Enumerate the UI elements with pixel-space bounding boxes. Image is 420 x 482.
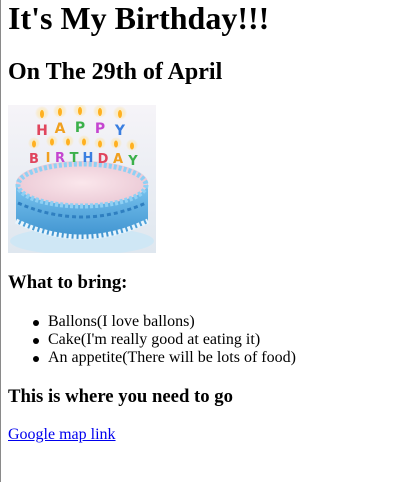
bullet-icon — [33, 320, 39, 326]
location-heading: This is where you need to go — [8, 386, 233, 407]
list-item-text: Ballons(I love ballons) — [48, 313, 195, 330]
svg-text:I: I — [46, 151, 51, 166]
list-item: An appetite(There will be lots of food) — [28, 349, 296, 367]
svg-text:Y: Y — [114, 123, 126, 139]
bullet-icon — [33, 356, 39, 362]
svg-text:A: A — [113, 152, 123, 167]
list-item: Ballons(I love ballons) — [28, 313, 296, 331]
window-edge — [0, 0, 1, 482]
list-item-text: Cake(I'm really good at eating it) — [48, 331, 261, 348]
bullet-icon — [33, 338, 39, 344]
list-item-text: An appetite(There will be lots of food) — [48, 349, 296, 366]
svg-text:B: B — [29, 152, 39, 167]
cake-illustration: H A P P Y B I R T H D A Y — [8, 105, 156, 253]
svg-text:H: H — [83, 151, 94, 166]
birthday-cake-image: H A P P Y B I R T H D A Y — [8, 105, 156, 253]
bring-list: Ballons(I love ballons) Cake(I'm really … — [28, 313, 296, 367]
list-item: Cake(I'm really good at eating it) — [28, 331, 296, 349]
page-title: It's My Birthday!!! — [8, 0, 270, 36]
svg-text:D: D — [98, 152, 109, 167]
page: It's My Birthday!!! On The 29th of April — [0, 0, 420, 482]
svg-text:A: A — [55, 121, 66, 137]
svg-text:T: T — [70, 151, 79, 166]
what-to-bring-heading: What to bring: — [8, 272, 128, 293]
svg-text:P: P — [95, 121, 105, 137]
svg-text:H: H — [36, 123, 48, 139]
date-subtitle: On The 29th of April — [8, 59, 223, 85]
google-map-link[interactable]: Google map link — [8, 425, 116, 445]
svg-text:P: P — [75, 120, 85, 136]
svg-text:Y: Y — [127, 154, 138, 169]
svg-text:R: R — [55, 151, 65, 166]
